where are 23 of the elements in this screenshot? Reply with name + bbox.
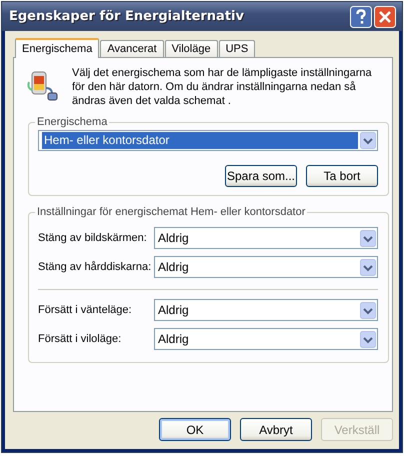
tab[interactable]: UPS — [218, 40, 256, 57]
description-text: Välj det energischema som har de lämpligaste inställningarna för den här datorn. Om du ändrar inställningarna nedan så ändras även det valda schemat . — [72, 66, 373, 108]
group-title: Inställningar för energischemat Hem- eller kontorsdator — [36, 206, 306, 218]
setting-label: Försätt i vänteläge: — [38, 304, 133, 316]
close-icon[interactable] — [374, 6, 396, 28]
setting-dropdown[interactable]: Aldrig — [154, 299, 378, 321]
dialog-button[interactable]: Spara som... — [225, 165, 297, 187]
group-title: Energischema — [36, 116, 108, 128]
scheme-dropdown[interactable]: Hem- eller kontorsdator — [38, 130, 378, 151]
setting-dropdown[interactable]: Aldrig — [154, 256, 378, 278]
window-title: Egenskaper för Energialternativ — [9, 9, 244, 24]
tab[interactable]: Viloläge — [164, 40, 218, 57]
setting-dropdown[interactable]: Aldrig — [154, 227, 378, 249]
setting-label: Stäng av bildskärmen: — [38, 232, 148, 244]
tab[interactable]: Energischema — [15, 38, 100, 58]
dialog-button[interactable]: Avbryt — [240, 418, 312, 441]
help-icon[interactable] — [350, 6, 372, 28]
setting-label: Stäng av hårddiskarna: — [38, 261, 152, 273]
tab[interactable]: Avancerat — [100, 40, 164, 57]
setting-label: Försätt i viloläge: — [38, 333, 122, 345]
setting-dropdown[interactable]: Aldrig — [154, 328, 378, 350]
dialog-button[interactable]: Ta bort — [306, 165, 378, 187]
dialog-button[interactable]: OK — [159, 418, 231, 441]
